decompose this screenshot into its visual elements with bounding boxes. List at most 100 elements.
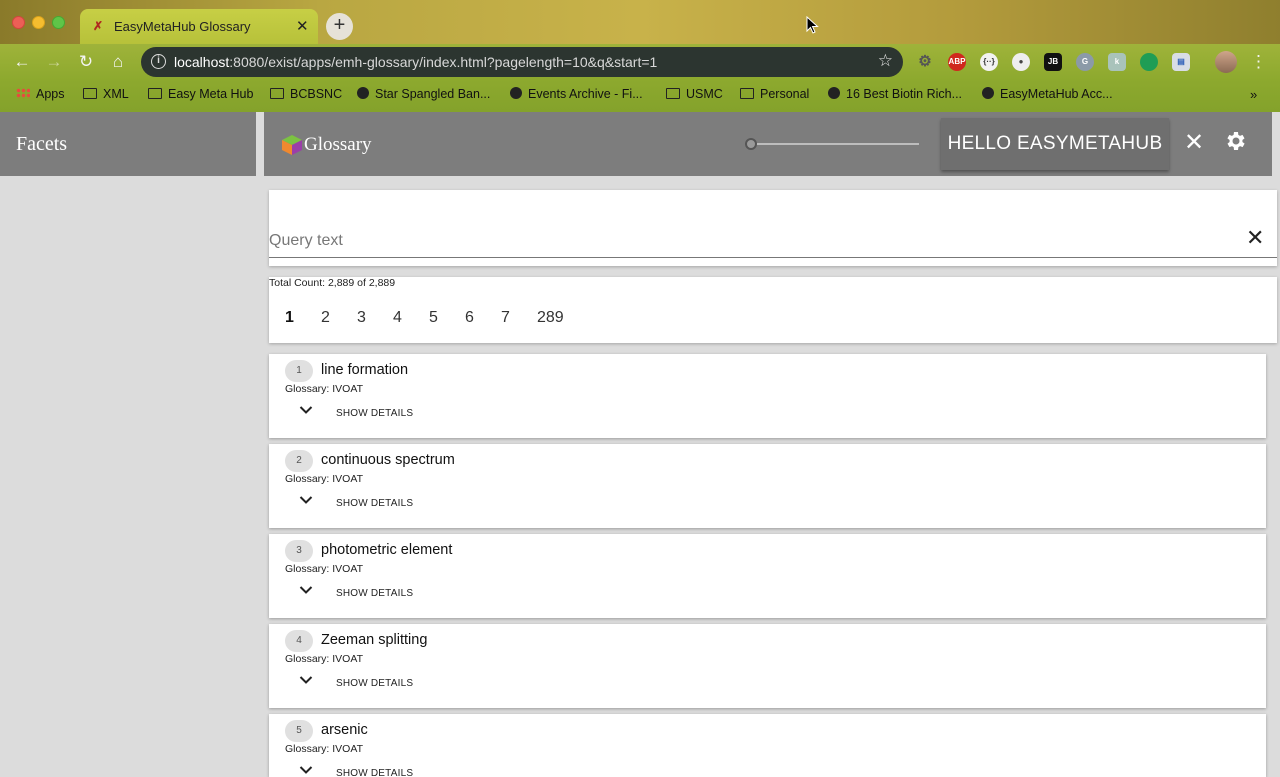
window-close-button[interactable] xyxy=(12,16,25,29)
show-details-button[interactable]: SHOW DETAILS xyxy=(336,588,413,599)
page-length-slider[interactable] xyxy=(745,138,919,150)
tab-title: EasyMetaHub Glossary xyxy=(114,19,251,34)
result-card: 3 photometric element Glossary: IVOAT SH… xyxy=(269,534,1266,618)
result-glossary: Glossary: IVOAT xyxy=(285,743,363,755)
result-index-badge: 2 xyxy=(285,450,313,472)
result-glossary: Glossary: IVOAT xyxy=(285,383,363,395)
reload-icon[interactable]: ↻ xyxy=(74,50,98,74)
extension-code-icon[interactable]: {··} xyxy=(980,53,998,71)
clear-search-icon[interactable]: ✕ xyxy=(1246,226,1264,250)
page-link-1[interactable]: 1 xyxy=(285,309,301,333)
events-icon xyxy=(510,87,522,99)
facets-panel xyxy=(0,176,256,777)
page-link-3[interactable]: 3 xyxy=(357,309,373,333)
chevron-down-icon[interactable] xyxy=(299,405,313,415)
page-link-7[interactable]: 7 xyxy=(501,309,517,333)
window-zoom-button[interactable] xyxy=(52,16,65,29)
folder-icon xyxy=(83,88,97,99)
bookmarks-bar: Apps XML Easy Meta Hub BCBSNC Star Spang… xyxy=(0,80,1280,112)
folder-icon xyxy=(270,88,284,99)
result-glossary: Glossary: IVOAT xyxy=(285,563,363,575)
total-count: Total Count: 2,889 of 2,889 xyxy=(269,277,396,289)
globe-icon xyxy=(357,87,369,99)
result-glossary: Glossary: IVOAT xyxy=(285,653,363,665)
result-card: 2 continuous spectrum Glossary: IVOAT SH… xyxy=(269,444,1266,528)
extension-g-icon[interactable]: G xyxy=(1076,53,1094,71)
page-link-2[interactable]: 2 xyxy=(321,309,337,333)
window-minimize-button[interactable] xyxy=(32,16,45,29)
result-term: arsenic xyxy=(321,722,368,738)
chevron-down-icon[interactable] xyxy=(299,495,313,505)
chevron-down-icon[interactable] xyxy=(299,675,313,685)
result-term: line formation xyxy=(321,362,409,378)
bookmarks-overflow-icon[interactable]: » xyxy=(1250,87,1257,102)
profile-avatar[interactable] xyxy=(1215,51,1237,73)
extension-gear-icon[interactable]: ⚙ xyxy=(916,53,934,71)
show-details-button[interactable]: SHOW DETAILS xyxy=(336,408,413,419)
browser-menu-icon[interactable]: ⋮ xyxy=(1250,52,1267,72)
result-card: 1 line formation Glossary: IVOAT SHOW DE… xyxy=(269,354,1266,438)
app-header: Glossary HELLO EASYMETAHUB ✕ xyxy=(264,112,1272,176)
tab-close-icon[interactable]: ✕ xyxy=(296,17,309,35)
globe-icon xyxy=(982,87,994,99)
chevron-down-icon[interactable] xyxy=(299,585,313,595)
adblock-plus-icon[interactable]: ABP xyxy=(948,53,966,71)
folder-icon xyxy=(666,88,680,99)
extension-calendar-icon[interactable]: ▤ xyxy=(1172,53,1190,71)
query-input[interactable] xyxy=(269,224,1277,258)
new-tab-button[interactable]: + xyxy=(326,13,353,40)
result-term: continuous spectrum xyxy=(321,452,455,468)
browser-toolbar: ← → ↻ ⌂ i localhost:8080/exist/apps/emh-… xyxy=(0,44,1280,80)
result-index-badge: 4 xyxy=(285,630,313,652)
facets-header: Facets xyxy=(0,112,256,176)
bookmark-bcbsnc[interactable]: BCBSNC xyxy=(270,87,342,105)
home-icon[interactable]: ⌂ xyxy=(106,50,130,74)
back-arrow-icon[interactable]: ← xyxy=(10,50,34,74)
pager-card: Total Count: 2,889 of 2,889 1 2 3 4 5 6 … xyxy=(269,277,1277,343)
result-index-badge: 1 xyxy=(285,360,313,382)
bookmark-biotin[interactable]: 16 Best Biotin Rich... xyxy=(828,87,962,105)
folder-icon xyxy=(148,88,162,99)
bookmark-easymetahub-acc[interactable]: EasyMetaHub Acc... xyxy=(982,87,1113,105)
pagination: 1 2 3 4 5 6 7 289 xyxy=(269,309,568,333)
result-index-badge: 5 xyxy=(285,720,313,742)
browser-tab[interactable]: ✗ EasyMetaHub Glossary ✕ xyxy=(80,9,318,44)
slider-knob[interactable] xyxy=(745,138,757,150)
globe-icon xyxy=(828,87,840,99)
bookmark-easy-meta-hub[interactable]: Easy Meta Hub xyxy=(148,87,253,105)
bookmark-star-spangled[interactable]: Star Spangled Ban... xyxy=(357,87,490,105)
bookmark-xml[interactable]: XML xyxy=(83,87,129,105)
extension-circle-icon[interactable]: ● xyxy=(1012,53,1030,71)
bookmark-star-icon[interactable]: ☆ xyxy=(878,51,893,71)
result-index-badge: 3 xyxy=(285,540,313,562)
apps-grid-icon xyxy=(16,88,30,99)
browser-titlebar: ✗ EasyMetaHub Glossary ✕ + xyxy=(0,0,1280,44)
bookmark-events-archive[interactable]: Events Archive - Fi... xyxy=(510,87,643,105)
show-details-button[interactable]: SHOW DETAILS xyxy=(336,678,413,689)
page-link-last[interactable]: 289 xyxy=(537,309,564,333)
result-card: 4 Zeeman splitting Glossary: IVOAT SHOW … xyxy=(269,624,1266,708)
show-details-button[interactable]: SHOW DETAILS xyxy=(336,498,413,509)
extension-green-dot-icon[interactable] xyxy=(1140,53,1158,71)
show-details-button[interactable]: SHOW DETAILS xyxy=(336,768,413,777)
glossary-logo-icon xyxy=(282,135,302,155)
facets-title: Facets xyxy=(16,133,68,155)
page-link-4[interactable]: 4 xyxy=(393,309,409,333)
chevron-down-icon[interactable] xyxy=(299,765,313,775)
site-info-icon[interactable]: i xyxy=(151,54,166,69)
settings-gear-icon[interactable] xyxy=(1224,129,1248,153)
page-link-5[interactable]: 5 xyxy=(429,309,445,333)
bookmark-personal[interactable]: Personal xyxy=(740,87,809,105)
result-glossary: Glossary: IVOAT xyxy=(285,473,363,485)
forward-arrow-icon[interactable]: → xyxy=(42,50,66,74)
close-icon[interactable]: ✕ xyxy=(1184,129,1204,157)
app-title: Glossary xyxy=(304,134,372,155)
bookmark-apps[interactable]: Apps xyxy=(16,87,65,105)
page-link-6[interactable]: 6 xyxy=(465,309,481,333)
user-button[interactable]: HELLO EASYMETAHUB xyxy=(941,118,1169,170)
bookmark-usmc[interactable]: USMC xyxy=(666,87,723,105)
url-text[interactable]: localhost:8080/exist/apps/emh-glossary/i… xyxy=(174,54,657,70)
extension-k-icon[interactable]: k xyxy=(1108,53,1126,71)
address-bar[interactable]: i localhost:8080/exist/apps/emh-glossary… xyxy=(141,47,903,77)
jetbrains-extension-icon[interactable]: JB xyxy=(1044,53,1062,71)
